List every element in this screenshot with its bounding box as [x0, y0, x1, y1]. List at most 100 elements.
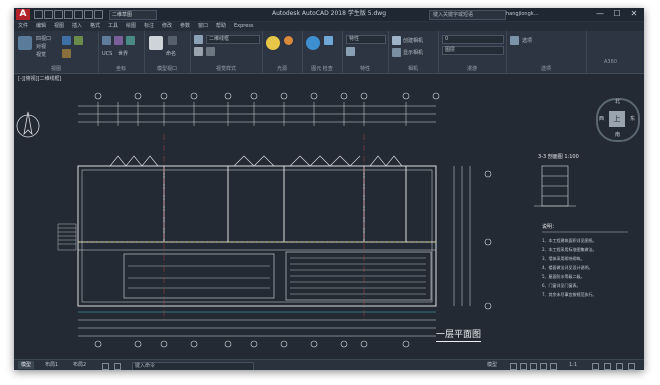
- note-line: 1、本工程建筑面积详见图纸。: [542, 238, 597, 243]
- options-icon[interactable]: [510, 36, 519, 45]
- customize-icon[interactable]: [628, 363, 635, 370]
- close-button[interactable]: ✕: [626, 9, 642, 19]
- grid-toggle-icon[interactable]: [510, 363, 517, 370]
- menu-modify[interactable]: 修改: [162, 22, 172, 31]
- viewports-icon[interactable]: [18, 36, 32, 50]
- notes-block: 1、本工程建筑面积详见图纸。 2、本工程采用标准图集做法。 3、墙体采用砌块砌筑…: [542, 236, 634, 299]
- menu-help[interactable]: 帮助: [216, 22, 226, 31]
- workspace-switch-icon[interactable]: [592, 363, 599, 370]
- ribbon-item[interactable]: 命名: [166, 51, 176, 57]
- ribbon-panel-inspect: 图元 检查: [302, 31, 343, 73]
- fullscreen-icon[interactable]: [616, 363, 623, 370]
- ribbon-panel-label: 图元 检查: [311, 66, 333, 72]
- menu-window[interactable]: 窗口: [198, 22, 208, 31]
- menu-parametric[interactable]: 参数: [180, 22, 190, 31]
- dimension-lines-right: [453, 166, 471, 306]
- settings-icon[interactable]: [604, 363, 611, 370]
- visual-style-select[interactable]: 二维线框: [206, 35, 260, 44]
- command-line-input[interactable]: 键入命令: [132, 362, 254, 370]
- ribbon-item[interactable]: 视觉: [36, 52, 46, 58]
- zoom-icon[interactable]: [62, 49, 71, 58]
- ribbon-panel-label: 相机: [407, 66, 418, 72]
- tab-layout2[interactable]: 布局2: [70, 361, 89, 369]
- ribbon-item[interactable]: 对视: [36, 44, 46, 50]
- sun-icon[interactable]: [284, 36, 293, 45]
- ribbon: 四视口 对视 视觉 视图 UCS 世界 坐标 命名 模型视口 二维线框 视觉样式…: [14, 31, 644, 74]
- ribbon-item[interactable]: 创建相机: [403, 38, 423, 44]
- named-viewports-icon[interactable]: [168, 36, 177, 45]
- ribbon-panel-camera: 创建相机 显示相机 相机: [388, 31, 439, 73]
- layer-state-select[interactable]: 图层: [442, 46, 504, 55]
- ribbon-panel-label: 特性: [359, 66, 370, 72]
- stairs: [57, 223, 77, 251]
- menu-bar: 文件 编辑 视图 插入 格式 工具 绘图 标注 修改 参数 窗口 帮助 Expr…: [14, 22, 644, 31]
- layer-select[interactable]: 0: [442, 35, 504, 44]
- compass-east[interactable]: 东: [630, 115, 635, 122]
- render-icon[interactable]: [306, 36, 320, 50]
- view-cube-face[interactable]: 上: [609, 111, 625, 127]
- annotation-scale[interactable]: 1:1: [566, 361, 580, 369]
- tab-layout1[interactable]: 布局1: [42, 361, 61, 369]
- ortho-toggle-icon[interactable]: [530, 363, 537, 370]
- minimize-button[interactable]: —: [592, 9, 608, 19]
- menu-edit[interactable]: 编辑: [36, 22, 46, 31]
- a360-label[interactable]: A360: [604, 59, 617, 65]
- ribbon-panel-properties: 特性 特性: [342, 31, 389, 73]
- command-history-icon[interactable]: [114, 363, 121, 370]
- menu-insert[interactable]: 插入: [72, 22, 82, 31]
- inspect-icon[interactable]: [324, 36, 333, 45]
- section-title: 3-3 剖面图 1:100: [538, 154, 579, 160]
- match-props-icon[interactable]: [346, 47, 355, 56]
- dimension-lines-top: [78, 102, 436, 126]
- navigate-icon[interactable]: [74, 36, 83, 45]
- note-line: 6、门窗详见门窗表。: [542, 283, 581, 288]
- compass-west[interactable]: 西: [599, 115, 604, 122]
- compass-south[interactable]: 南: [615, 131, 620, 138]
- ribbon-panel-label: 光源: [276, 66, 287, 72]
- note-line: 3、墙体采用砌块砌筑。: [542, 256, 585, 261]
- menu-draw[interactable]: 绘图: [126, 22, 136, 31]
- ribbon-item[interactable]: UCS: [102, 51, 112, 57]
- ucs-icon[interactable]: [102, 36, 111, 45]
- menu-view[interactable]: 视图: [54, 22, 64, 31]
- menu-file[interactable]: 文件: [18, 22, 28, 31]
- ucs-origin-icon[interactable]: [126, 36, 135, 45]
- ribbon-panel-label: 视觉样式: [215, 66, 236, 72]
- menu-express[interactable]: Express: [234, 22, 254, 31]
- compass-north[interactable]: 北: [615, 98, 620, 105]
- maximize-button[interactable]: ☐: [609, 9, 625, 19]
- polar-toggle-icon[interactable]: [540, 363, 547, 370]
- world-icon[interactable]: [114, 36, 123, 45]
- light-bulb-icon[interactable]: [266, 36, 280, 50]
- user-account[interactable]: hangjiongk...: [506, 10, 554, 18]
- menu-format[interactable]: 格式: [90, 22, 100, 31]
- tab-model[interactable]: 模型: [18, 361, 35, 369]
- ribbon-panel-label: 模型视口: [156, 66, 177, 72]
- drawing-svg: [16, 92, 628, 348]
- model-space-indicator[interactable]: 模型: [484, 361, 500, 369]
- menu-dimension[interactable]: 标注: [144, 22, 154, 31]
- ribbon-item[interactable]: 显示相机: [403, 50, 423, 56]
- show-camera-icon[interactable]: [392, 48, 401, 57]
- viewport-config-icon[interactable]: [149, 36, 163, 50]
- edges-icon[interactable]: [206, 47, 215, 56]
- menu-tools[interactable]: 工具: [108, 22, 118, 31]
- properties-select[interactable]: 特性: [346, 35, 386, 44]
- ribbon-item[interactable]: 世界: [118, 51, 128, 57]
- snap-toggle-icon[interactable]: [520, 363, 527, 370]
- search-input[interactable]: 键入关键字或短语: [429, 10, 506, 20]
- shadow-icon[interactable]: [194, 47, 203, 56]
- visual-style-icon[interactable]: [194, 35, 203, 44]
- ribbon-item[interactable]: 选项: [522, 38, 532, 44]
- add-layout-icon[interactable]: [102, 363, 109, 370]
- camera-icon[interactable]: [392, 36, 401, 45]
- ribbon-panel-layers: 0 图层 漫游: [438, 31, 507, 73]
- section-drawing: [534, 165, 576, 207]
- ribbon-item[interactable]: 四视口: [36, 36, 51, 42]
- osnap-toggle-icon[interactable]: [550, 363, 557, 370]
- view-cube-icon[interactable]: [62, 36, 71, 45]
- drawing-canvas[interactable]: [-][俯视][二维线框] 上 北 南 东 西 3-3 剖面图 1:100 说明…: [14, 74, 644, 359]
- view-cube[interactable]: 上 北 南 东 西: [596, 98, 640, 142]
- grid-bubbles: [94, 92, 492, 348]
- notes-heading: 说明：: [542, 224, 558, 230]
